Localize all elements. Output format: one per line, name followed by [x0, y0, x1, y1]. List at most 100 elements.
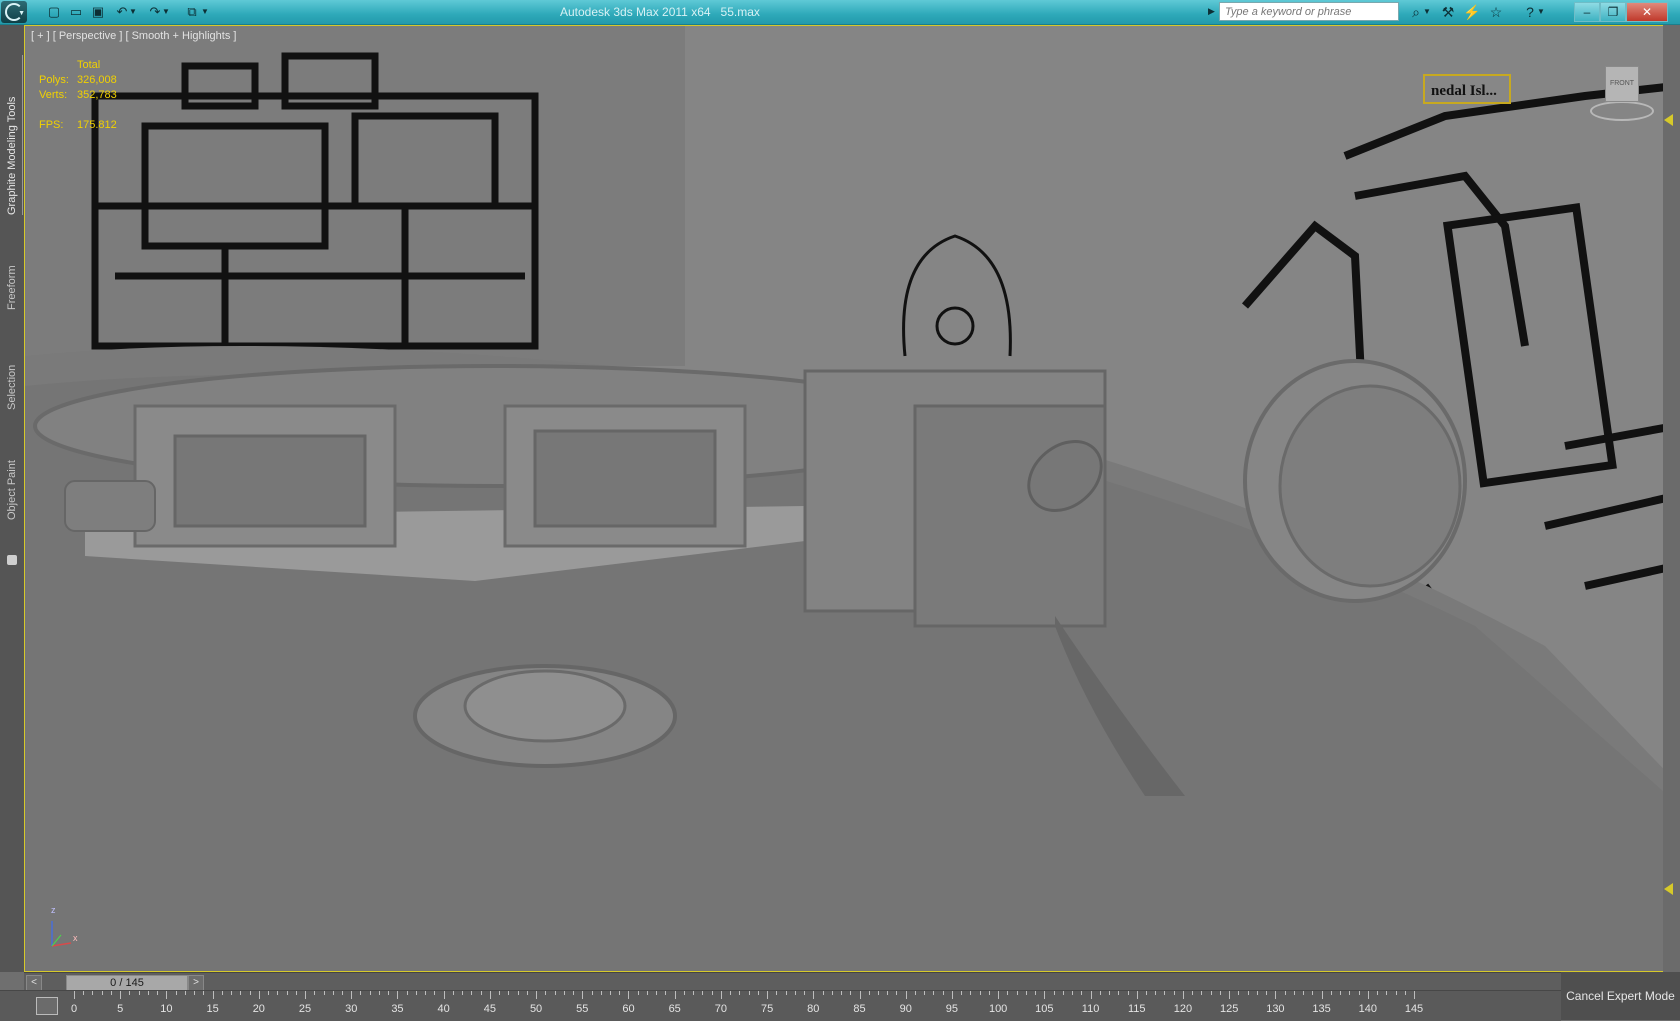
track-tick — [1210, 991, 1212, 995]
track-tick — [240, 991, 242, 995]
open-file-icon[interactable]: ▭ — [66, 3, 86, 21]
cancel-expert-mode-button[interactable]: Cancel Expert Mode — [1561, 972, 1680, 1020]
communication-center-icon[interactable]: ⚡ — [1460, 2, 1484, 22]
track-tick — [138, 991, 140, 995]
track-tick — [434, 991, 436, 995]
tab-freeform[interactable]: Freeform — [6, 235, 22, 310]
track-tick — [924, 991, 926, 995]
track-tick — [388, 991, 390, 995]
track-tick — [600, 991, 602, 995]
track-tick — [628, 991, 630, 999]
track-tick — [314, 991, 316, 995]
minimize-button[interactable]: – — [1574, 2, 1600, 22]
track-tick — [665, 991, 667, 995]
quick-access-dropdown-icon[interactable]: ▼ — [200, 3, 210, 21]
tab-graphite-modeling-tools[interactable]: Graphite Modeling Tools — [6, 55, 23, 215]
track-bar[interactable]: 0 5 10 15 20 25 30 35 40 45 50 55 60 65 70 75 80 85 90 95 10… — [71, 990, 1561, 1021]
track-tick — [489, 991, 491, 999]
stats-total-header: Total — [76, 59, 101, 71]
track-tick — [1136, 991, 1138, 999]
track-tick — [896, 991, 898, 995]
track-tick — [794, 991, 796, 995]
track-tick-label: 125 — [1219, 1003, 1239, 1015]
track-tick — [83, 991, 85, 995]
track-tick — [1025, 991, 1027, 995]
help-dropdown-icon[interactable]: ▼ — [1536, 2, 1546, 22]
track-tick — [120, 991, 122, 999]
track-tick — [1303, 991, 1305, 995]
restore-button[interactable]: ❐ — [1600, 2, 1626, 22]
window-title: Autodesk 3ds Max 2011 x64 55.max — [560, 0, 1120, 24]
track-tick — [785, 991, 787, 995]
ribbon-expand-icon[interactable] — [7, 555, 17, 565]
track-tick — [1219, 991, 1221, 995]
track-tick — [656, 991, 658, 995]
viewport-label[interactable]: [ + ] [ Perspective ] [ Smooth + Highlig… — [31, 30, 236, 42]
track-tick — [1414, 991, 1415, 999]
track-tick — [1044, 991, 1046, 999]
track-tick-label: 110 — [1081, 1003, 1100, 1015]
search-expand-icon[interactable]: ▶ — [1208, 3, 1218, 20]
favorites-star-icon[interactable]: ☆ — [1484, 2, 1508, 22]
close-button[interactable]: ✕ — [1626, 2, 1668, 22]
track-tick — [610, 991, 611, 995]
time-next-button[interactable]: > — [188, 975, 204, 991]
viewcube-front-face[interactable]: FRONT — [1605, 66, 1639, 102]
axis-x-label: x — [73, 933, 78, 943]
object-name-overlay: nedal Isl... — [1423, 74, 1511, 104]
track-tick-label: 90 — [899, 1003, 912, 1015]
track-tick-label: 60 — [622, 1003, 635, 1015]
track-tick — [203, 991, 205, 995]
open-mini-curve-editor-icon[interactable] — [36, 997, 58, 1015]
save-file-icon[interactable]: ▣ — [88, 3, 108, 21]
track-tick — [951, 991, 953, 999]
track-tick — [249, 991, 251, 995]
track-tick — [1340, 991, 1342, 995]
track-tick — [878, 991, 879, 995]
project-folder-icon[interactable]: ⧉ — [182, 3, 202, 21]
track-tick — [1127, 991, 1129, 995]
track-tick — [92, 991, 94, 995]
track-tick-label: 95 — [945, 1003, 959, 1015]
track-tick — [1358, 991, 1360, 995]
track-tick — [1247, 991, 1249, 995]
time-slider-thumb[interactable]: 0 / 145 — [66, 975, 188, 991]
track-tick — [1377, 991, 1379, 995]
track-tick-label: 45 — [483, 1003, 496, 1015]
new-file-icon[interactable]: ▢ — [44, 3, 64, 21]
track-tick — [157, 991, 159, 995]
track-tick — [970, 991, 972, 995]
subscription-center-icon[interactable]: ⚒ — [1436, 2, 1460, 22]
track-tick — [499, 991, 501, 995]
polys-label: Polys: — [39, 74, 69, 86]
track-tick-label: 15 — [206, 1003, 219, 1015]
track-tick — [804, 991, 806, 995]
search-dropdown-icon[interactable]: ▼ — [1422, 2, 1432, 22]
track-tick — [563, 991, 565, 995]
search-input[interactable]: Type a keyword or phrase — [1219, 2, 1399, 21]
track-tick — [914, 991, 916, 995]
track-tick — [452, 991, 454, 995]
axis-z-label: z — [51, 905, 56, 915]
tab-selection[interactable]: Selection — [6, 330, 22, 410]
track-tick — [1099, 991, 1101, 995]
track-tick — [554, 991, 556, 995]
polys-value: 326,008 — [76, 74, 117, 86]
file-name: 55.max — [720, 5, 760, 19]
app-title: Autodesk 3ds Max 2011 x64 — [560, 5, 711, 19]
track-tick — [351, 991, 353, 999]
application-button[interactable]: ▼ — [1, 1, 27, 23]
viewcube[interactable]: FRONT — [1585, 61, 1655, 121]
track-tick — [378, 991, 380, 995]
track-tick — [1035, 991, 1037, 995]
track-tick — [526, 991, 528, 995]
perspective-viewport[interactable]: [ + ] [ Perspective ] [ Smooth + Highlig… — [24, 25, 1679, 972]
undo-dropdown-icon[interactable]: ▼ — [128, 3, 138, 21]
track-tick — [1155, 991, 1157, 995]
time-prev-button[interactable]: < — [26, 975, 42, 991]
track-tick-label: 120 — [1173, 1003, 1193, 1015]
track-tick — [184, 991, 186, 995]
redo-dropdown-icon[interactable]: ▼ — [161, 3, 171, 21]
tab-object-paint[interactable]: Object Paint — [6, 425, 22, 520]
track-tick — [730, 991, 732, 995]
